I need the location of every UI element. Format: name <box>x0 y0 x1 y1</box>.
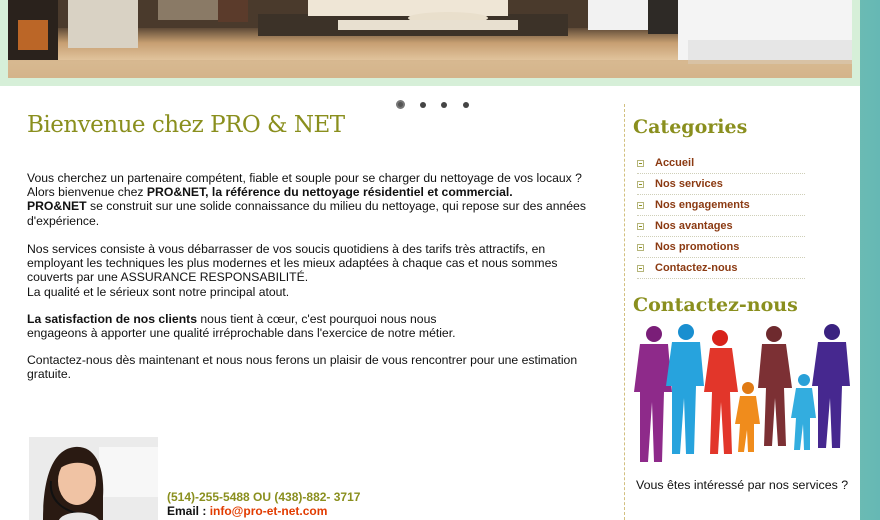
page: Bienvenue chez PRO & NET Vous cherchez u… <box>0 0 860 520</box>
sidebar-item-nos-engagements[interactable]: Nos engagements <box>637 195 805 216</box>
intro-line-2: Alors bienvenue chez PRO&NET, la référen… <box>27 185 607 199</box>
services-line-3: couverts par une ASSURANCE RESPONSABILIT… <box>27 270 309 285</box>
sidebar-item-label: Contactez-nous <box>655 262 738 274</box>
slider-dot-1[interactable] <box>396 100 405 109</box>
living-room-image <box>8 0 852 78</box>
phone-number: (514)-255-5488 OU (438)-882- 3717 <box>167 490 361 504</box>
intro-line-4: d'expérience. <box>27 213 100 228</box>
sidebar-item-label: Nos avantages <box>655 220 733 232</box>
email-label: Email : <box>167 504 210 518</box>
categories-title: Categories <box>633 116 748 138</box>
satisfaction-bold: La satisfaction de nos clients <box>27 312 197 326</box>
intro-line-3-text: se construit sur une solide connaissance… <box>86 199 586 214</box>
interest-question: Vous êtes intéressé par nos services ? <box>636 478 849 492</box>
intro-line-3-bold: PRO&NET <box>27 199 87 214</box>
slider-dot-4[interactable] <box>463 102 469 108</box>
satisfaction-paragraph: La satisfaction de nos clients nous tien… <box>27 312 607 340</box>
bullet-icon <box>637 222 644 230</box>
sidebar-item-accueil[interactable]: Accueil <box>637 153 805 174</box>
banner-image <box>8 0 852 78</box>
sidebar-item-label: Accueil <box>655 157 695 169</box>
sidebar-contact-header: Contactez-nous <box>633 294 853 316</box>
contact-title: Contactez-nous <box>633 294 798 316</box>
banner-frame <box>0 0 860 86</box>
sidebar-item-nos-promotions[interactable]: Nos promotions <box>637 237 805 258</box>
column-divider <box>624 104 625 520</box>
email-line: Email : info@pro-et-net.com <box>167 504 327 518</box>
sidebar-item-nos-services[interactable]: Nos services <box>637 174 805 195</box>
satisfaction-line-1: La satisfaction de nos clients nous tien… <box>27 312 607 326</box>
satisfaction-line-2: engageons à apporter une qualité irrépro… <box>27 326 456 341</box>
sidebar-categories-header: Categories <box>633 116 853 138</box>
contact-line-2: gratuite. <box>27 367 72 382</box>
intro-line-3: PRO&NET se construit sur une solide conn… <box>27 199 607 213</box>
sidebar-item-label: Nos services <box>655 178 723 190</box>
people-silhouettes-image <box>632 322 852 468</box>
contact-paragraph: Contactez-nous dès maintenant et nous no… <box>27 353 607 381</box>
main-content: Bienvenue chez PRO & NET <box>27 112 607 138</box>
intro-paragraph: Vous cherchez un partenaire compétent, f… <box>27 171 607 228</box>
services-line-4: La qualité et le sérieux sont notre prin… <box>27 284 290 299</box>
bullet-icon <box>637 159 644 167</box>
bullet-icon <box>637 243 644 251</box>
intro-line-2-bold: PRO&NET, la référence du nettoyage résid… <box>146 185 513 200</box>
bullet-icon <box>637 180 644 188</box>
email-link[interactable]: info@pro-et-net.com <box>210 504 328 518</box>
slider-dot-3[interactable] <box>441 102 447 108</box>
slider-dot-2[interactable] <box>420 102 426 108</box>
intro-line-1: Vous cherchez un partenaire compétent, f… <box>27 171 582 185</box>
bullet-icon <box>637 201 644 209</box>
silhouettes-icon <box>634 324 850 462</box>
sidebar-item-nos-avantages[interactable]: Nos avantages <box>637 216 805 237</box>
operator-photo <box>29 437 158 520</box>
operator-image <box>29 437 158 520</box>
services-line-2: employant les techniques les plus modern… <box>27 256 558 271</box>
contact-line-1: Contactez-nous dès maintenant et nous no… <box>27 353 578 367</box>
bullet-icon <box>637 264 644 272</box>
intro-line-2-text: Alors bienvenue chez <box>27 185 147 200</box>
sidebar-item-contactez-nous[interactable]: Contactez-nous <box>637 258 805 279</box>
services-line-1: Nos services consiste à vous débarrasser… <box>27 242 546 256</box>
sidebar-item-label: Nos promotions <box>655 241 740 253</box>
page-title: Bienvenue chez PRO & NET <box>27 112 345 138</box>
services-paragraph: Nos services consiste à vous débarrasser… <box>27 242 607 299</box>
categories-menu: Accueil Nos services Nos engagements Nos… <box>637 153 805 279</box>
satisfaction-text: nous tient à cœur, c'est pourquoi nous n… <box>197 312 437 326</box>
sidebar-item-label: Nos engagements <box>655 199 750 211</box>
